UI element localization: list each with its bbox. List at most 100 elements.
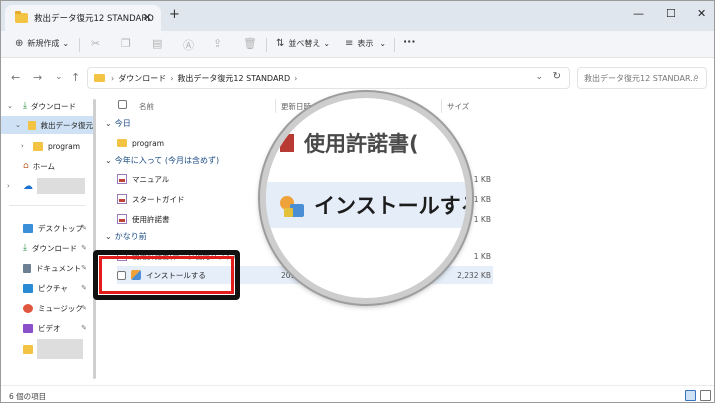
magnified-text-install: インストールする <box>314 194 472 218</box>
pictures-icon <box>23 283 33 293</box>
minimize-button[interactable]: — <box>633 7 644 20</box>
sidebar-item-downloads[interactable]: ⤓ ダウンロード ✎ <box>1 239 93 257</box>
file-size: 1 KB <box>473 251 491 261</box>
sidebar-item-label: 救出データ復元 <box>40 120 94 130</box>
address-bar[interactable]: › ダウンロード › 救出データ復元12 STANDARD › ⌄ ↻ <box>87 67 570 89</box>
up-icon[interactable]: ↑ <box>71 71 80 84</box>
sidebar-item-pictures[interactable]: ピクチャ ✎ <box>1 279 93 297</box>
chevron-down-icon: ⌄ <box>105 156 112 165</box>
chevron-down-icon: ⌄ <box>105 119 112 128</box>
new-tab-button[interactable]: + <box>169 7 180 22</box>
breadcrumb-separator: › <box>111 73 115 83</box>
select-all-checkbox[interactable] <box>118 100 127 109</box>
sidebar-item-music[interactable]: ミュージック ✎ <box>1 299 93 317</box>
home-icon: ⌂ <box>23 161 29 171</box>
explorer-window: 救出データ復元12 STANDARD ✕ + — ☐ ✕ ⊕ 新規作成 ⌄ ✂ … <box>0 0 715 403</box>
new-button[interactable]: ⊕ 新規作成 ⌄ <box>15 38 69 49</box>
title-bar: 救出データ復元12 STANDARD ✕ + — ☐ ✕ <box>1 1 714 31</box>
pin-icon[interactable]: ✎ <box>81 304 87 312</box>
chevron-right-icon[interactable]: › <box>7 182 10 190</box>
file-size: 1 KB <box>473 194 491 204</box>
paste-icon[interactable]: ▤ <box>152 37 162 50</box>
breadcrumb-current[interactable]: 救出データ復元12 STANDARD <box>177 73 290 84</box>
details-view-button[interactable] <box>685 390 696 401</box>
pin-icon[interactable]: ✎ <box>81 284 87 292</box>
sidebar-item-desktop[interactable]: デスクトップ ✎ <box>1 219 93 237</box>
breadcrumb-downloads[interactable]: ダウンロード <box>118 73 166 84</box>
chevron-down-icon[interactable]: ⌄ <box>7 102 13 110</box>
maximize-button[interactable]: ☐ <box>666 7 676 20</box>
download-icon: ⤓ <box>23 101 27 111</box>
document-icon <box>117 174 127 184</box>
rename-icon[interactable]: Ⓐ <box>183 37 194 53</box>
search-placeholder: 救出データ復元12 STANDAR... <box>584 73 698 83</box>
magnifier-lens: 使用許諾書( インストールする <box>260 92 472 304</box>
cut-icon[interactable]: ✂ <box>91 37 100 50</box>
folder-icon <box>117 139 127 147</box>
sidebar-item-label: ピクチャ <box>38 283 68 293</box>
file-name: program <box>132 138 165 148</box>
tab-close-icon[interactable]: ✕ <box>143 11 152 24</box>
delete-icon[interactable]: 🗑 <box>243 37 257 50</box>
sidebar-item-current-folder[interactable]: ⌄ 救出データ復元 <box>1 116 93 134</box>
highlight-frame <box>93 250 240 300</box>
group-today[interactable]: ⌄ 今日 <box>105 118 131 129</box>
file-name: スタートガイド <box>132 194 185 204</box>
divider <box>275 99 276 113</box>
chevron-down-icon[interactable]: ⌄ <box>535 72 543 82</box>
item-count: 6 個の項目 <box>9 392 47 401</box>
folder-icon <box>23 344 33 354</box>
tab-title: 救出データ復元12 STANDARD <box>34 14 154 24</box>
tiles-view-button[interactable] <box>700 390 711 401</box>
divider <box>394 38 395 52</box>
sidebar-item-folder-redacted[interactable] <box>1 339 93 359</box>
command-bar: ⊕ 新規作成 ⌄ ✂ ❐ ▤ Ⓐ ⇪ 🗑 ⇅ 並べ替え ⌄ ≡ 表示 ⌄ ··· <box>1 31 714 58</box>
divider <box>266 38 267 52</box>
search-input[interactable]: 救出データ復元12 STANDAR... ⌕ <box>577 67 707 89</box>
column-name[interactable]: 名前 <box>139 101 154 112</box>
group-this-year[interactable]: ⌄ 今年に入って (今月は含めず) <box>105 155 219 166</box>
address-row: ← → ⌄ ↑ › ダウンロード › 救出データ復元12 STANDARD › … <box>1 59 714 95</box>
tab-current-folder[interactable]: 救出データ復元12 STANDARD ✕ <box>5 5 161 31</box>
close-window-button[interactable]: ✕ <box>697 7 706 20</box>
refresh-icon[interactable]: ↻ <box>553 71 561 82</box>
view-icon: ≡ <box>345 38 354 49</box>
chevron-right-icon[interactable]: › <box>21 142 24 150</box>
sidebar-item-downloads-top[interactable]: ⌄ ⤓ ダウンロード <box>1 97 93 115</box>
sidebar-item-label: ダウンロード <box>31 243 77 253</box>
sidebar-item-label: ホーム <box>32 161 55 171</box>
chevron-down-icon[interactable]: ⌄ <box>15 121 21 129</box>
navigation-pane: ⌄ ⤓ ダウンロード ⌄ 救出データ復元 › program ⌂ ホーム › ☁… <box>1 95 93 385</box>
more-options-button[interactable]: ··· <box>403 35 416 48</box>
back-icon[interactable]: ← <box>11 71 20 84</box>
plus-circle-icon: ⊕ <box>15 38 24 49</box>
chevron-down-icon: ⌄ <box>379 39 387 48</box>
forward-icon[interactable]: → <box>33 71 42 84</box>
sidebar-item-program[interactable]: › program <box>1 137 93 155</box>
share-icon[interactable]: ⇪ <box>213 37 222 50</box>
installer-icon <box>280 196 304 217</box>
pin-icon[interactable]: ✎ <box>81 244 87 252</box>
pin-icon[interactable]: ✎ <box>81 264 87 272</box>
redacted-label <box>37 178 85 194</box>
music-icon <box>23 303 33 313</box>
column-size[interactable]: サイズ <box>447 101 469 112</box>
sort-label: 並べ替え <box>288 39 321 48</box>
pin-icon[interactable]: ✎ <box>81 224 87 232</box>
sort-button[interactable]: ⇅ 並べ替え ⌄ <box>276 38 330 49</box>
sidebar-item-label: デスクトップ <box>38 223 83 233</box>
recent-chevron-icon[interactable]: ⌄ <box>55 72 63 82</box>
divider <box>79 38 80 52</box>
divider <box>441 99 442 113</box>
group-long-ago[interactable]: ⌄ かなり前 <box>105 231 147 242</box>
sidebar-scrollbar[interactable] <box>93 99 96 379</box>
sidebar-item-onedrive[interactable]: › ☁ <box>1 177 93 195</box>
pin-icon[interactable]: ✎ <box>81 324 87 332</box>
sidebar-item-documents[interactable]: ドキュメント ✎ <box>1 259 93 277</box>
sidebar-item-home[interactable]: ⌂ ホーム <box>1 157 93 175</box>
sidebar-item-videos[interactable]: ビデオ ✎ <box>1 319 93 337</box>
view-button[interactable]: ≡ 表示 ⌄ <box>345 38 386 49</box>
copy-icon[interactable]: ❐ <box>121 37 131 50</box>
download-icon: ⤓ <box>23 243 27 253</box>
cloud-icon: ☁ <box>23 180 33 192</box>
